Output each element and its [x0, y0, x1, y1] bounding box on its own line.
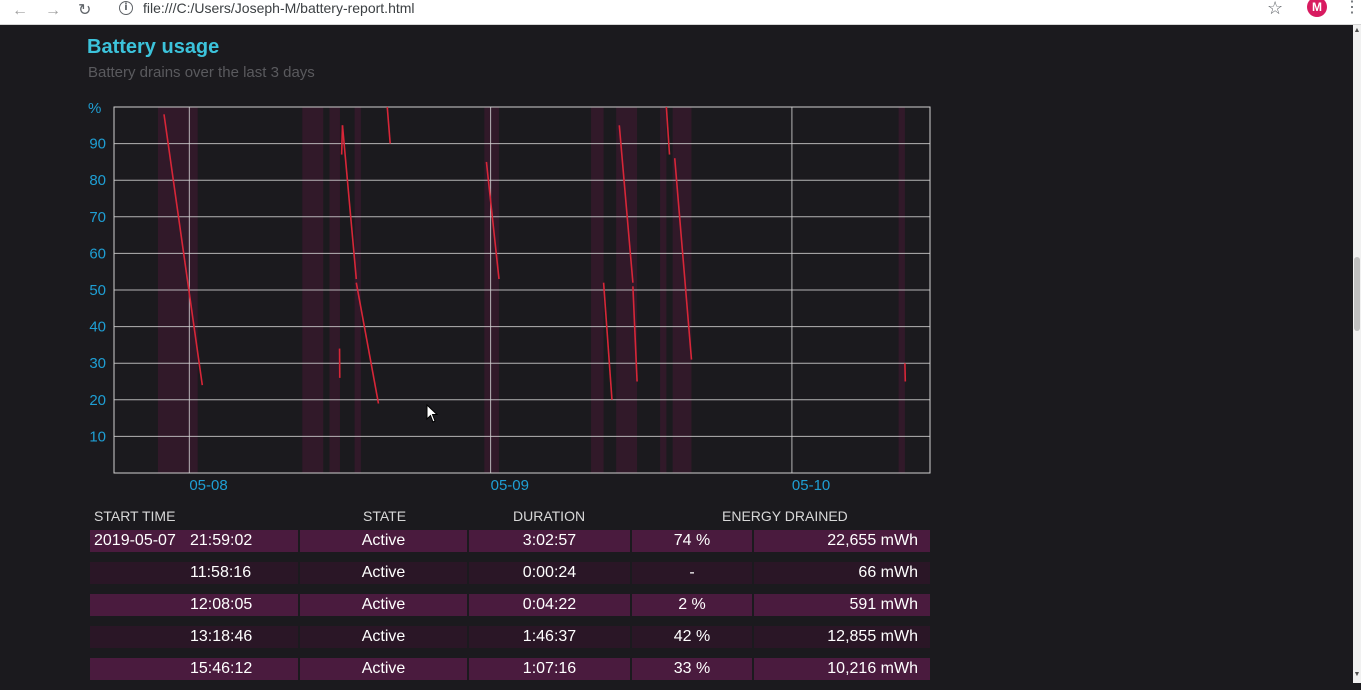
y-tick-label: 80	[89, 172, 106, 189]
y-tick-label: 90	[89, 136, 106, 153]
cell-date	[94, 562, 194, 584]
cell-time: 21:59:02	[190, 530, 298, 552]
cell-date	[94, 658, 194, 680]
header-start-time: START TIME	[94, 508, 175, 524]
cell-duration: 1:07:16	[469, 658, 630, 680]
table-row: 15:46:12Active1:07:1633 %10,216 mWh	[90, 658, 930, 690]
cell-percent: 42 %	[632, 626, 752, 648]
table-row: 2019-05-0721:59:02Active3:02:5774 %22,65…	[90, 530, 930, 562]
cell-percent: 2 %	[632, 594, 752, 616]
cell-energy: 10,216 mWh	[754, 658, 918, 680]
cell-energy: 12,855 mWh	[754, 626, 918, 648]
y-tick-label: 60	[89, 245, 106, 262]
cell-state: Active	[300, 530, 467, 552]
y-tick-label: 20	[89, 392, 106, 409]
cell-time: 11:58:16	[190, 562, 298, 584]
cell-state: Active	[300, 562, 467, 584]
table-row: 11:58:16Active0:00:24-66 mWh	[90, 562, 930, 594]
mouse-cursor-icon	[426, 404, 438, 424]
y-axis-label: %	[88, 100, 101, 117]
y-tick-label: 40	[89, 319, 106, 336]
header-duration: DURATION	[513, 508, 585, 524]
cell-energy: 22,655 mWh	[754, 530, 918, 552]
x-tick-label: 05-10	[792, 477, 830, 494]
battery-usage-chart: 10 20 30 40 50 60 70 80 90% 05-08 05-09 05-10	[0, 0, 1000, 500]
x-tick-label: 05-08	[189, 477, 227, 494]
cell-duration: 0:04:22	[469, 594, 630, 616]
drain-line	[342, 125, 356, 279]
cell-duration: 3:02:57	[469, 530, 630, 552]
cell-energy: 66 mWh	[754, 562, 918, 584]
cell-state: Active	[300, 594, 467, 616]
cell-date	[94, 594, 194, 616]
cell-date	[94, 626, 194, 648]
cell-state: Active	[300, 626, 467, 648]
cell-time: 15:46:12	[190, 658, 298, 680]
profile-avatar[interactable]: M	[1307, 0, 1327, 17]
drain-line	[387, 107, 390, 144]
menu-kebab-icon[interactable]: ⋮	[1344, 0, 1360, 17]
scroll-thumb[interactable]	[1354, 257, 1360, 331]
cell-time: 13:18:46	[190, 626, 298, 648]
y-tick-label: 30	[89, 355, 106, 372]
y-tick-label: 70	[89, 209, 106, 226]
header-state: STATE	[363, 508, 406, 524]
cell-time: 12:08:05	[190, 594, 298, 616]
battery-usage-table: START TIME STATE DURATION ENERGY DRAINED…	[90, 508, 930, 690]
bookmark-star-icon[interactable]: ☆	[1267, 0, 1283, 19]
page-scrollbar[interactable]: ▲ ▼	[1353, 25, 1361, 683]
y-tick-label: 50	[89, 282, 106, 299]
scroll-down-icon[interactable]: ▼	[1353, 671, 1361, 678]
table-header: START TIME STATE DURATION ENERGY DRAINED	[90, 508, 930, 530]
cell-percent: -	[632, 562, 752, 584]
drain-line	[604, 283, 612, 400]
cell-energy: 591 mWh	[754, 594, 918, 616]
y-tick-label: 10	[89, 428, 106, 445]
cell-state: Active	[300, 658, 467, 680]
table-row: 13:18:46Active1:46:3742 %12,855 mWh	[90, 626, 930, 658]
table-row: 12:08:05Active0:04:222 %591 mWh	[90, 594, 930, 626]
drain-line	[666, 107, 669, 155]
cell-duration: 1:46:37	[469, 626, 630, 648]
cell-percent: 74 %	[632, 530, 752, 552]
cell-date: 2019-05-07	[94, 530, 194, 552]
header-energy-drained: ENERGY DRAINED	[722, 508, 848, 524]
x-tick-label: 05-09	[491, 477, 529, 494]
scroll-up-icon[interactable]: ▲	[1353, 27, 1361, 34]
cell-duration: 0:00:24	[469, 562, 630, 584]
cell-percent: 33 %	[632, 658, 752, 680]
